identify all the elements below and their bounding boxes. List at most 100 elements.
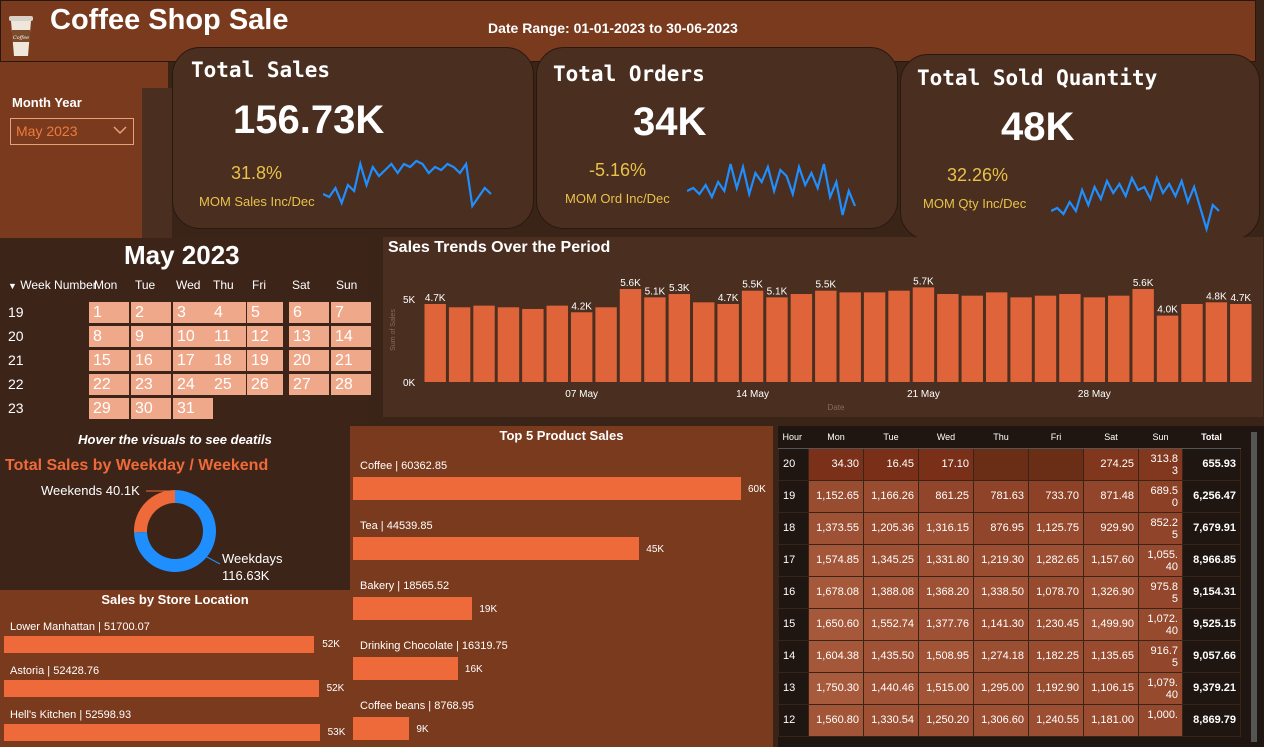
calendar-day-cell[interactable]: 17 [173, 350, 213, 371]
kpi-sparkline[interactable] [687, 153, 857, 223]
y-tick-label: 5K [403, 295, 416, 306]
store-bar[interactable] [4, 680, 319, 697]
store-bar-value: 52K [322, 639, 340, 650]
calendar-day-cell[interactable]: 20 [289, 350, 329, 371]
product-bar-value: 9K [416, 724, 429, 735]
calendar-day-cell[interactable]: 21 [331, 350, 371, 371]
store-label: Astoria | 52428.76 [10, 665, 100, 677]
trend-bar [595, 307, 617, 382]
calendar-day-cell[interactable]: 29 [89, 398, 129, 419]
trend-bar-label: 5.7K [913, 276, 934, 287]
product-bar[interactable] [353, 477, 741, 500]
kpi-sparkline[interactable] [323, 153, 493, 223]
table-row[interactable]: 18 1,373.55 1,205.36 1,316.15 876.95 1,125.75… [778, 511, 1241, 545]
trend-bar [644, 297, 666, 382]
cup-logo-text: Coffee [13, 35, 29, 41]
calendar-day-cell[interactable]: 28 [331, 374, 371, 395]
trend-bar [522, 308, 544, 382]
calendar-day-cell[interactable]: 24 [173, 374, 213, 395]
calendar-day-cell[interactable]: 8 [89, 326, 129, 347]
calendar-day-header: Sun [336, 278, 358, 292]
trend-bar [546, 305, 568, 382]
table-cell: 1,181.00 [1083, 703, 1139, 737]
calendar-day-cell[interactable]: 18 [210, 350, 246, 371]
table-row[interactable]: 12 1,560.80 1,330.54 1,250.20 1,306.60 1,240.… [778, 703, 1241, 737]
kpi-mom-percent: 32.26% [947, 165, 1009, 185]
trend-bar-label: 5.1K [645, 286, 666, 297]
calendar-day-cell[interactable]: 6 [289, 302, 329, 323]
table-header-cell[interactable]: Mon [808, 426, 864, 449]
product-label: Tea | 44539.85 [360, 520, 433, 532]
table-header-cell[interactable]: Fri [1028, 426, 1084, 449]
calendar-day-cell[interactable]: 12 [247, 326, 283, 347]
table-cell [973, 447, 1029, 481]
calendar-day-cell[interactable]: 22 [89, 374, 129, 395]
trend-bar [717, 303, 739, 382]
trend-bar [815, 290, 837, 382]
calendar-day-cell[interactable]: 13 [289, 326, 329, 347]
table-cell: 1,326.90 [1083, 575, 1139, 609]
calendar-day-cell[interactable]: 14 [331, 326, 371, 347]
table-header-cell[interactable]: Wed [918, 426, 974, 449]
table-row[interactable]: 17 1,574.85 1,345.25 1,331.80 1,219.30 1,282.… [778, 543, 1241, 577]
trend-bar-label: 5.6K [1133, 278, 1154, 289]
calendar-day-cell[interactable]: 27 [289, 374, 329, 395]
product-bar[interactable] [353, 537, 640, 560]
product-bar-value: 16K [464, 664, 483, 675]
table-row[interactable]: 16 1,678.08 1,388.08 1,368.20 1,338.50 1,078.… [778, 575, 1241, 609]
table-cell: 1,072. 40 [1138, 607, 1183, 641]
kpi-card: Total Sold Quantity 48K 32.26% MOM Qty Inc/… [900, 54, 1260, 240]
table-row[interactable]: 19 1,152.65 1,166.26 861.25 781.63 733.70 871.… [778, 479, 1241, 513]
table-cell: 929.90 [1083, 511, 1139, 545]
table-cell: 1,377.76 [918, 607, 974, 641]
month-year-dropdown[interactable]: May 2023 [10, 118, 134, 145]
calendar-day-cell[interactable]: 1 [89, 302, 129, 323]
table-row[interactable]: 20 34.30 16.45 17.10 274.25 313.8 3 655.93 [778, 447, 1241, 481]
table-cell: 1,750.30 [808, 671, 864, 705]
calendar-day-cell[interactable]: 30 [131, 398, 171, 419]
calendar-day-cell[interactable]: 15 [89, 350, 129, 371]
table-row[interactable]: 14 1,604.38 1,435.50 1,508.95 1,274.18 1,182.… [778, 639, 1241, 673]
store-label: Lower Manhattan | 51700.07 [10, 621, 150, 633]
product-bar[interactable] [353, 597, 473, 620]
product-bar[interactable] [353, 717, 410, 740]
calendar-day-cell[interactable]: 25 [210, 374, 246, 395]
store-bar[interactable] [4, 636, 315, 653]
calendar-day-cell[interactable]: 16 [131, 350, 171, 371]
calendar-day-cell[interactable]: 5 [247, 302, 283, 323]
table-header-cell[interactable]: Sat [1083, 426, 1139, 449]
table-cell: 1,345.25 [863, 543, 919, 577]
table-header-cell[interactable]: Total [1182, 426, 1241, 449]
table-cell: 861.25 [918, 479, 974, 513]
y-tick-label: 0K [403, 378, 416, 389]
calendar-day-cell[interactable]: 31 [173, 398, 213, 419]
calendar-day-cell[interactable]: 4 [210, 302, 246, 323]
table-scrollbar[interactable] [1251, 432, 1257, 742]
kpi-sparkline[interactable] [1051, 167, 1221, 237]
calendar-day-cell[interactable]: 2 [131, 302, 171, 323]
weekday-weekend-donut[interactable]: Weekends 40.1K Weekdays 116.63K [0, 478, 350, 590]
donut-label-weekends: Weekends 40.1K [41, 483, 140, 498]
calendar-day-cell[interactable]: 3 [173, 302, 213, 323]
calendar-day-cell[interactable]: 26 [247, 374, 283, 395]
table-cell: 20 [778, 447, 809, 481]
calendar-day-cell[interactable]: 10 [173, 326, 213, 347]
table-header-cell[interactable]: Hour [778, 426, 809, 449]
calendar-day-cell[interactable]: 23 [131, 374, 171, 395]
calendar-day-cell[interactable]: 19 [247, 350, 283, 371]
calendar-day-cell[interactable]: 7 [331, 302, 371, 323]
calendar-day-cell[interactable]: 11 [210, 326, 246, 347]
calendar-day-cell[interactable]: 9 [131, 326, 171, 347]
table-cell: 15 [778, 607, 809, 641]
table-cell: 655.93 [1182, 447, 1241, 481]
table-cell: 975.8 5 [1138, 575, 1183, 609]
table-header-cell[interactable]: Thu [973, 426, 1029, 449]
sales-trend-chart[interactable]: 0K5KSum of Sales4.7K4.2K5.6K5.1K 5.3K4.7K… [383, 260, 1263, 417]
table-row[interactable]: 15 1,650.60 1,552.74 1,377.76 1,141.30 1,230.… [778, 607, 1241, 641]
table-header-cell[interactable]: Tue [863, 426, 919, 449]
table-header-cell[interactable]: Sun [1138, 426, 1183, 449]
product-bar[interactable] [353, 657, 458, 680]
store-bar[interactable] [4, 724, 320, 741]
hourly-heatmap-table[interactable]: Hour Mon Tue Wed Thu Fri Sat Sun Total 20 34.30 16.… [778, 426, 1241, 737]
table-row[interactable]: 13 1,750.30 1,440.46 1,515.00 1,295.00 1,192.… [778, 671, 1241, 705]
